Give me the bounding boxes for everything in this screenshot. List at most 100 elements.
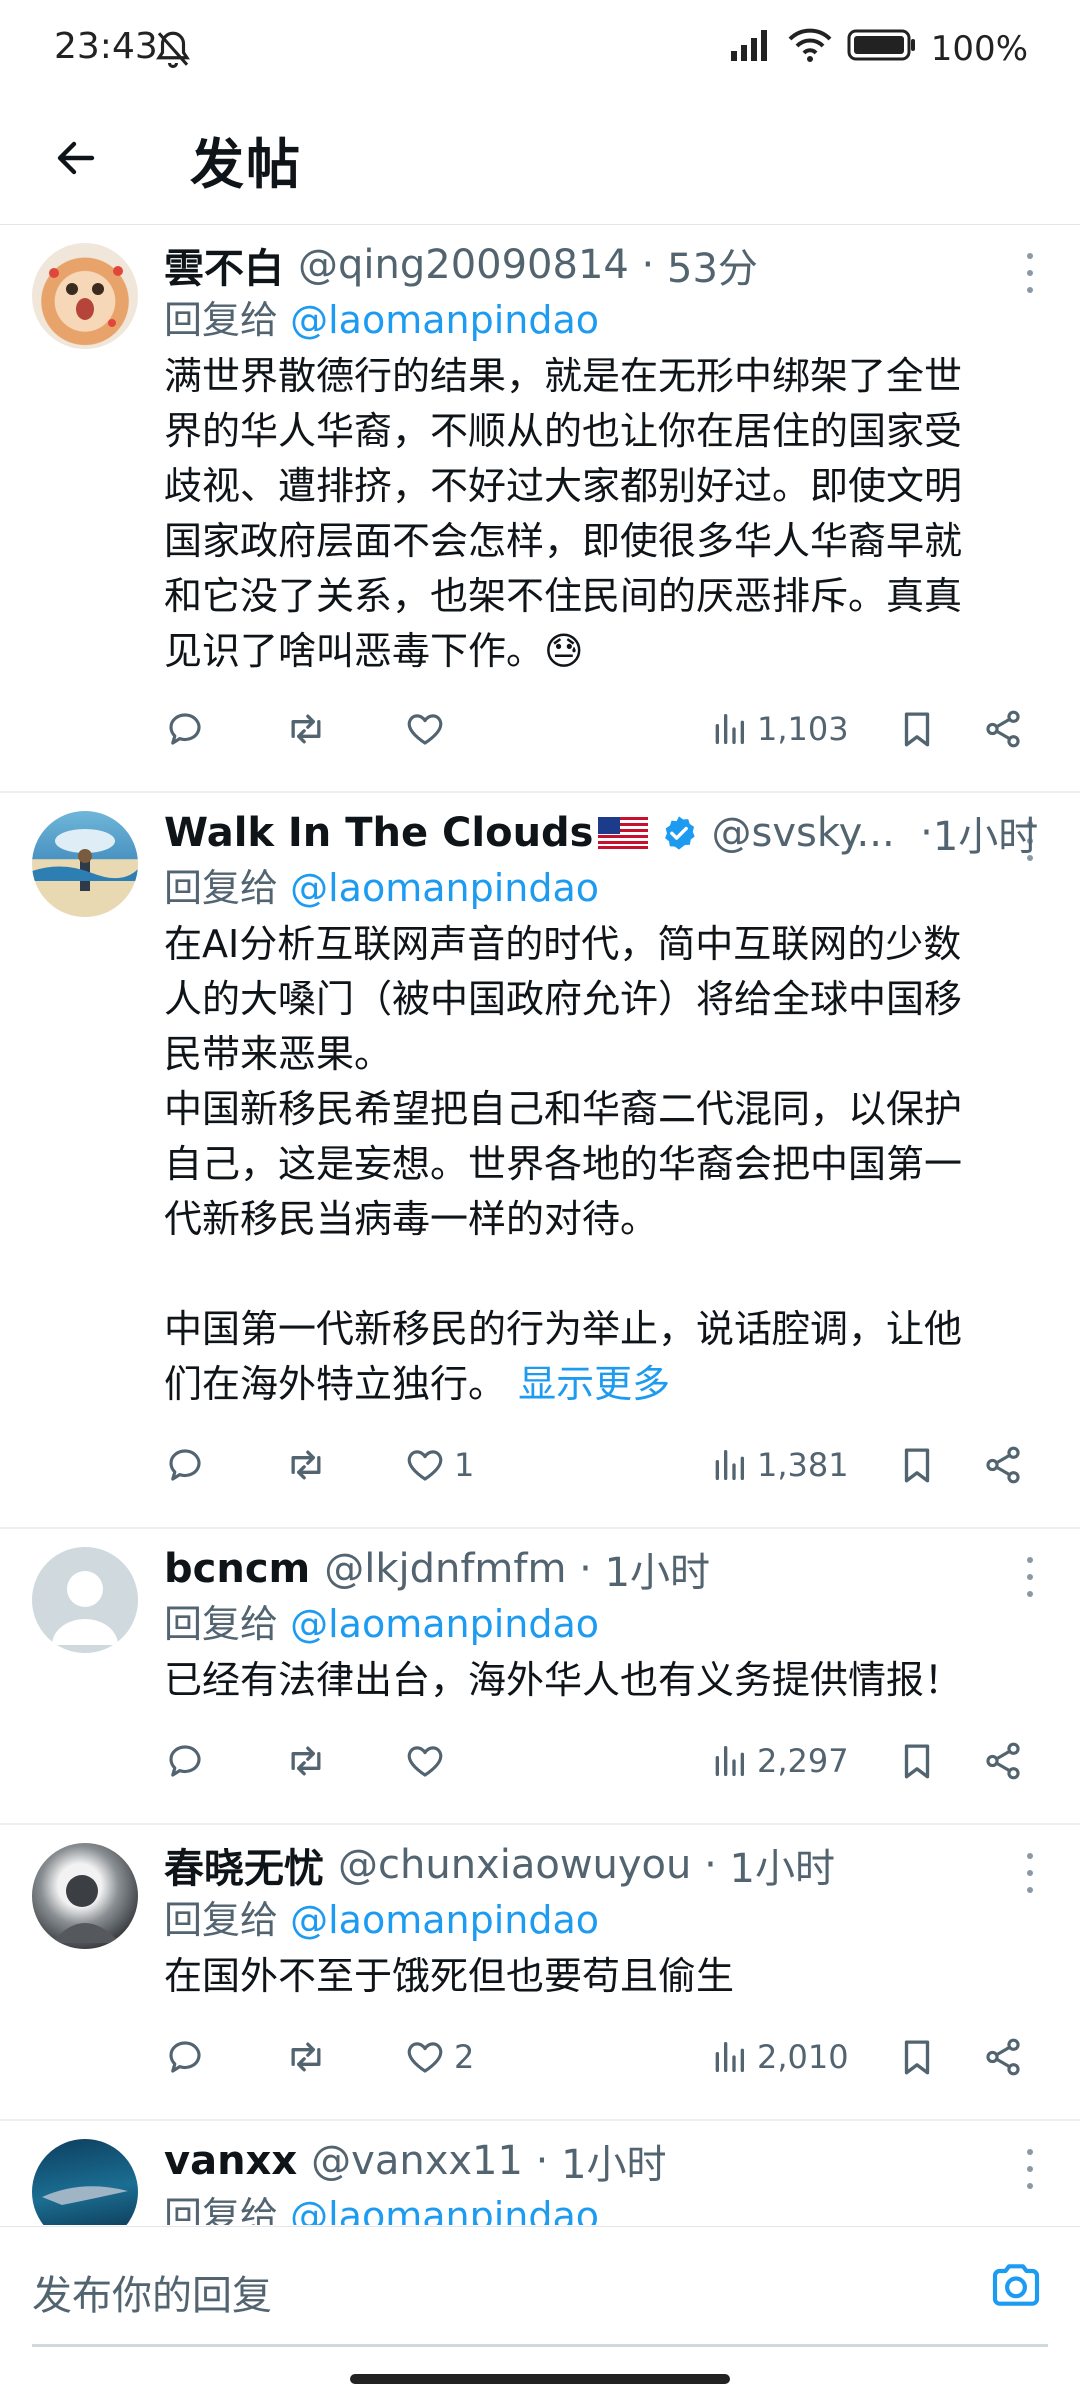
views-button[interactable]: 2,010: [709, 2027, 849, 2087]
views-button[interactable]: 2,297: [709, 1731, 849, 1791]
bookmark-button[interactable]: [896, 2027, 938, 2087]
post-time: 1小时: [561, 2142, 667, 2188]
repost-button[interactable]: [284, 1435, 328, 1495]
heart-icon: [407, 1450, 443, 1481]
repost-button[interactable]: [284, 699, 328, 759]
reply-mention[interactable]: @laomanpindao: [290, 1898, 599, 1942]
reply-context: 回复给 @laomanpindao: [164, 293, 1050, 347]
replies-feed[interactable]: 雲不白 @qing20090814 · 53分 回复给 @laomanpinda…: [0, 225, 1080, 2225]
composer-underline: [32, 2344, 1048, 2347]
bookmark-button[interactable]: [896, 1435, 938, 1495]
reply-post[interactable]: 春晓无忧 @chunxiaowuyou · 1小时 回复给 @laomanpin…: [0, 1825, 1080, 2121]
reply-mention[interactable]: @laomanpindao: [290, 298, 599, 342]
bookmark-button[interactable]: [896, 1731, 938, 1791]
avatar[interactable]: [32, 1843, 138, 1949]
comment-icon: [169, 2041, 201, 2073]
like-button[interactable]: [404, 1731, 454, 1791]
reply-button[interactable]: [164, 1731, 206, 1791]
share-icon: [986, 1742, 1020, 1780]
author-name[interactable]: 春晓无忧: [164, 1836, 324, 1894]
heart-icon: [407, 1746, 443, 1777]
bookmark-icon: [904, 1744, 930, 1779]
bookmark-icon: [904, 1448, 930, 1483]
repost-icon: [291, 714, 321, 744]
gesture-bar[interactable]: [350, 2374, 730, 2384]
reply-post[interactable]: 雲不白 @qing20090814 · 53分 回复给 @laomanpinda…: [0, 225, 1080, 793]
reply-post[interactable]: bcncm @lkjdnfmfm · 1小时 回复给 @laomanpindao…: [0, 1529, 1080, 1825]
reply-post[interactable]: Walk In The Clouds @svsky... · 1小时 回复给 @…: [0, 793, 1080, 1529]
reply-button[interactable]: [164, 699, 206, 759]
view-count: 1,381: [757, 1446, 849, 1484]
share-button[interactable]: [982, 699, 1024, 759]
signal-icon: [729, 27, 773, 72]
comment-icon: [169, 1449, 201, 1481]
verified-badge-icon: [664, 816, 695, 850]
author-name[interactable]: bcncm: [164, 1546, 310, 1592]
bar-chart-icon: [715, 2042, 744, 2072]
repost-button[interactable]: [284, 2027, 328, 2087]
comment-icon: [169, 1745, 201, 1777]
repost-icon: [291, 1746, 321, 1776]
post-actions: 1,103: [164, 699, 1034, 759]
status-time: 23:43: [54, 26, 158, 67]
like-button[interactable]: 1: [404, 1435, 474, 1495]
author-handle[interactable]: @vanxx11: [311, 2138, 523, 2184]
bar-chart-icon: [715, 714, 744, 744]
share-icon: [986, 2038, 1020, 2076]
reply-context: 回复给 @laomanpindao: [164, 861, 1050, 915]
share-button[interactable]: [982, 1435, 1024, 1495]
post-time: 53分: [667, 246, 758, 292]
back-button[interactable]: [44, 126, 108, 190]
author-handle[interactable]: @svsky...: [712, 810, 895, 856]
post-actions: 2,297: [164, 1731, 1034, 1791]
reply-mention[interactable]: @laomanpindao: [290, 1602, 599, 1646]
comment-icon: [169, 713, 201, 745]
battery-icon: [847, 28, 917, 71]
camera-button[interactable]: [988, 2257, 1044, 2317]
author-name[interactable]: vanxx: [164, 2138, 297, 2184]
reply-prefix: 回复给: [164, 866, 279, 910]
arrow-left-icon: [57, 141, 95, 175]
author-handle[interactable]: @chunxiaowuyou: [338, 1842, 691, 1888]
reply-composer[interactable]: 发布你的回复: [0, 2226, 1080, 2347]
avatar[interactable]: [32, 243, 138, 349]
reply-context: 回复给 @laomanpindao: [164, 2189, 1050, 2225]
wifi-icon: [787, 27, 833, 72]
avatar[interactable]: [32, 2139, 138, 2225]
reply-button[interactable]: [164, 1435, 206, 1495]
reply-input[interactable]: 发布你的回复: [32, 2263, 272, 2321]
like-button[interactable]: [404, 699, 454, 759]
heart-icon: [407, 714, 443, 745]
share-button[interactable]: [982, 1731, 1024, 1791]
bookmark-button[interactable]: [896, 699, 938, 759]
bookmark-icon: [904, 712, 930, 747]
author-name[interactable]: 雲不白: [164, 236, 284, 294]
status-bar: 23:43 100%: [0, 0, 1080, 100]
camera-icon: [992, 2264, 1040, 2306]
author-handle[interactable]: @qing20090814: [298, 242, 629, 288]
avatar[interactable]: [32, 811, 138, 917]
author-handle[interactable]: @lkjdnfmfm: [324, 1546, 566, 1592]
author-name[interactable]: Walk In The Clouds: [164, 810, 594, 856]
post-time: 1小时: [604, 1550, 711, 1596]
repost-button[interactable]: [284, 1731, 328, 1791]
reply-mention[interactable]: @laomanpindao: [290, 866, 599, 910]
show-more-link[interactable]: 显示更多: [518, 1362, 670, 1406]
like-button[interactable]: 2: [404, 2027, 474, 2087]
post-text: 已经有法律出台，海外华人也有义务提供情报！: [164, 1658, 963, 1702]
views-button[interactable]: 1,103: [709, 699, 849, 759]
post-text-content: 在AI分析互联网声音的时代，简中互联网的少数 人的大嗓门（被中国政府允许）将给全…: [164, 922, 963, 1406]
battery-percent: 100%: [930, 29, 1028, 69]
share-button[interactable]: [982, 2027, 1024, 2087]
heart-icon: [407, 2042, 443, 2073]
top-app-bar: 发帖: [0, 100, 1080, 225]
bar-chart-icon: [715, 1746, 744, 1776]
reply-post[interactable]: vanxx @vanxx11 · 1小时 回复给 @laomanpindao: [0, 2121, 1080, 2225]
reply-mention[interactable]: @laomanpindao: [290, 2194, 599, 2225]
avatar[interactable]: [32, 1547, 138, 1653]
post-actions: 1 1,381: [164, 1435, 1034, 1495]
reply-prefix: 回复给: [164, 2194, 279, 2225]
reply-button[interactable]: [164, 2027, 206, 2087]
views-button[interactable]: 1,381: [709, 1435, 849, 1495]
repost-icon: [291, 2042, 321, 2072]
